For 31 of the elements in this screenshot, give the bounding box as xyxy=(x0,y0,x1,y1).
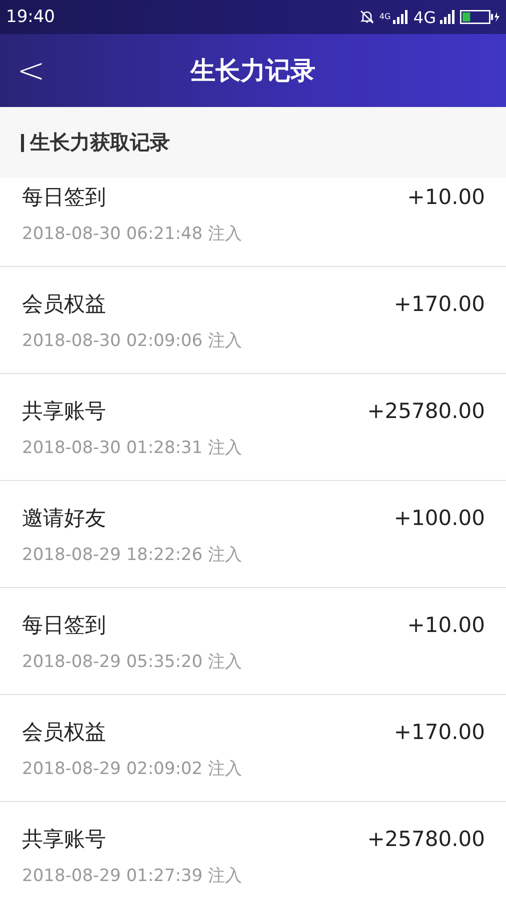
record-amount: +10.00 xyxy=(407,184,485,211)
record-title: 每日签到 xyxy=(22,184,107,211)
record-title: 共享账号 xyxy=(22,826,107,853)
record-amount: +10.00 xyxy=(407,612,485,639)
network-type: 4G xyxy=(413,8,436,26)
status-time: 19:40 xyxy=(6,7,56,27)
signal-icon xyxy=(393,10,410,24)
record-amount: +170.00 xyxy=(394,719,485,746)
record-time: 2018-08-30 06:21:48 注入 xyxy=(22,223,243,246)
record-amount: +170.00 xyxy=(394,291,485,318)
record-amount: +25780.00 xyxy=(367,826,485,853)
record-title: 邀请好友 xyxy=(22,505,107,532)
record-time: 2018-08-30 01:28:31 注入 xyxy=(22,437,243,460)
mute-bell-icon xyxy=(359,9,376,25)
record-time: 2018-08-29 01:27:39 注入 xyxy=(22,865,243,888)
section-title: 生长力获取记录 xyxy=(30,129,170,156)
back-button[interactable]: < xyxy=(14,52,48,90)
record-time: 2018-08-29 18:22:26 注入 xyxy=(22,544,243,567)
record-title: 会员权益 xyxy=(22,719,107,746)
battery-icon xyxy=(460,10,500,24)
record-amount: +100.00 xyxy=(394,505,485,532)
record-title: 会员权益 xyxy=(22,291,107,318)
signal-icon xyxy=(440,10,456,24)
network-type: 4G xyxy=(379,13,390,21)
record-title: 共享账号 xyxy=(22,398,107,425)
record-title: 每日签到 xyxy=(22,612,107,639)
record-amount: +25780.00 xyxy=(367,398,485,425)
record-time: 2018-08-29 02:09:02 注入 xyxy=(22,758,243,781)
page-title: 生长力记录 xyxy=(190,55,316,87)
record-time: 2018-08-29 05:35:20 注入 xyxy=(22,651,243,674)
record-time: 2018-08-30 02:09:06 注入 xyxy=(22,330,243,353)
